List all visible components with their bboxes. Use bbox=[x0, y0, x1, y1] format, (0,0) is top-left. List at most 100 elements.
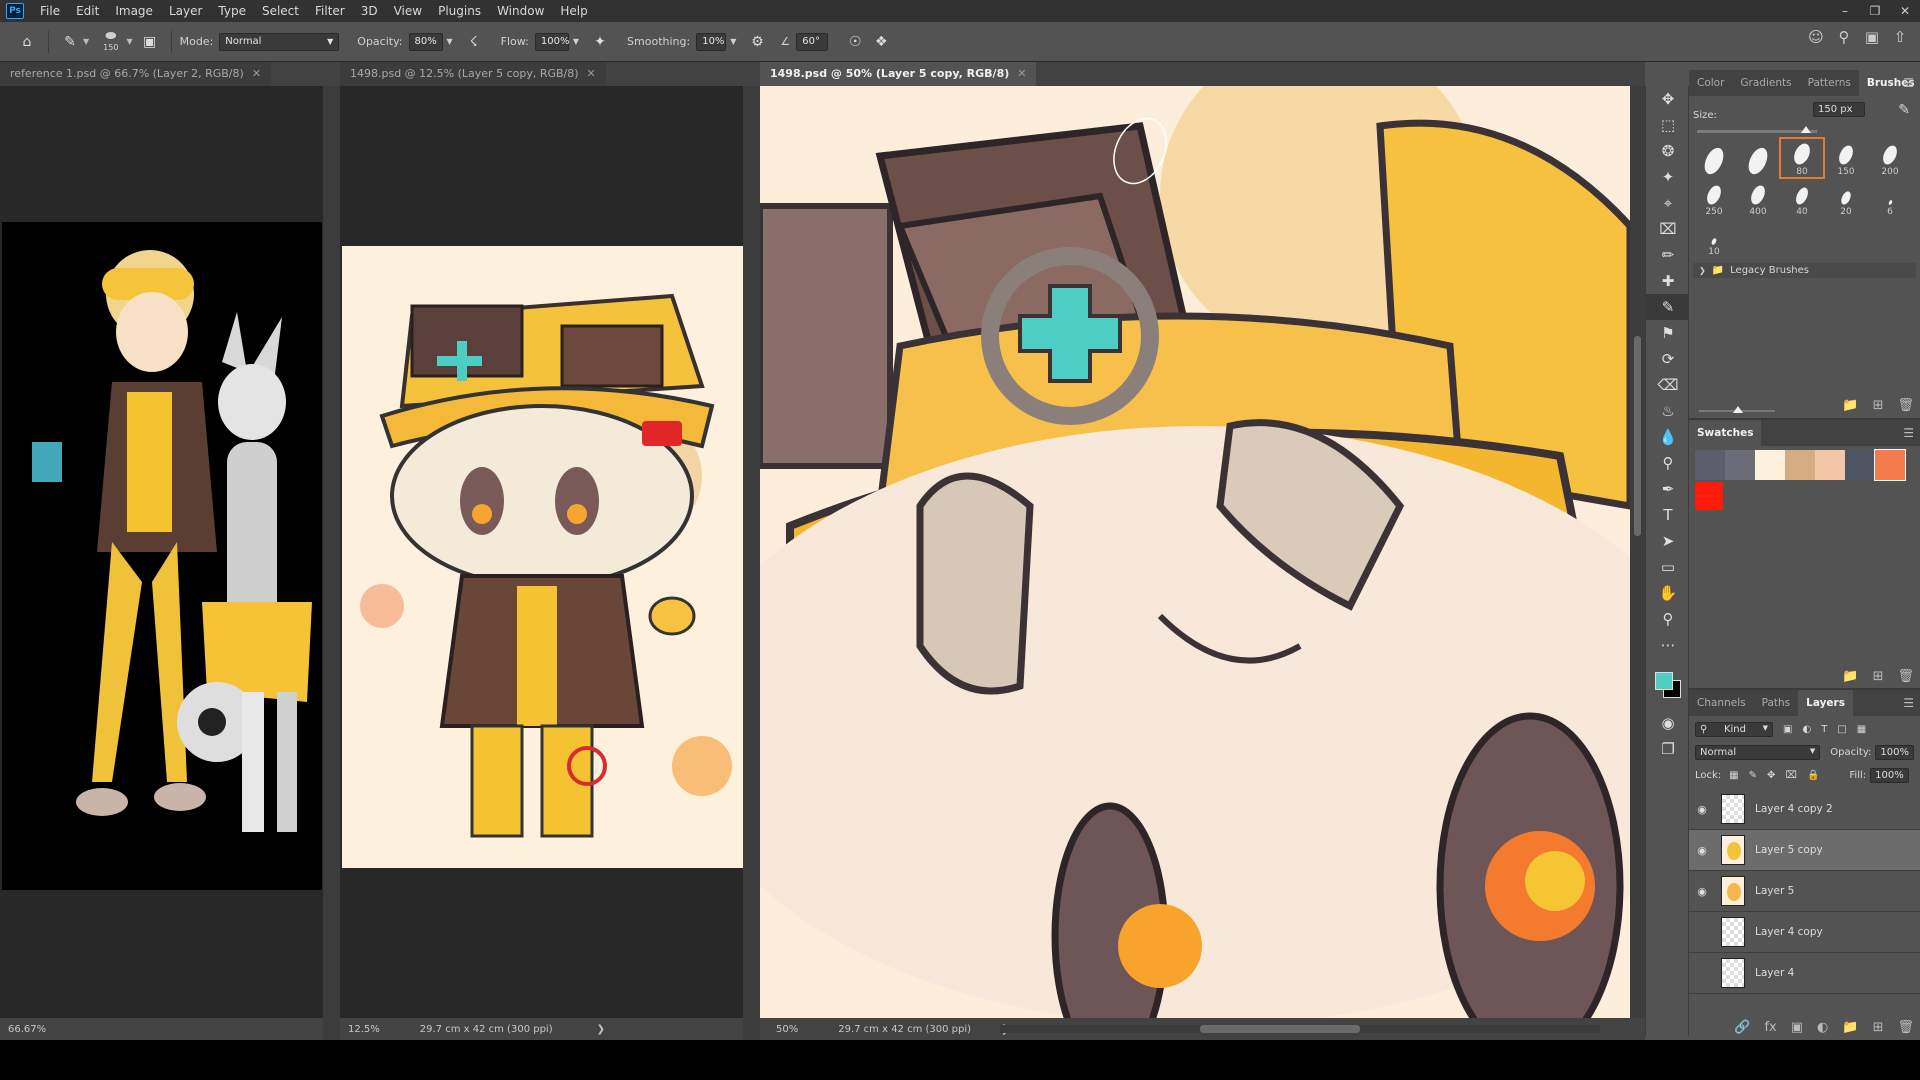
folder-icon[interactable]: 📁 bbox=[1842, 1020, 1858, 1035]
eye-icon[interactable]: ◉ bbox=[1689, 803, 1715, 816]
lock-transparency-icon[interactable]: ▦ bbox=[1729, 770, 1738, 781]
menu-edit[interactable]: Edit bbox=[68, 0, 107, 22]
zoom-level[interactable]: 12.5% bbox=[348, 1024, 380, 1035]
eye-icon[interactable]: ◉ bbox=[1689, 844, 1715, 857]
restore-icon[interactable]: ❐ bbox=[1860, 0, 1890, 22]
tab-patterns[interactable]: Patterns bbox=[1800, 70, 1859, 96]
eraser-tool-icon[interactable]: ⌫ bbox=[1646, 372, 1690, 398]
filter-smart-icon[interactable]: ▦ bbox=[1857, 724, 1866, 735]
close-icon[interactable]: ✕ bbox=[1017, 62, 1026, 86]
chevron-down-icon[interactable]: ▼ bbox=[126, 37, 132, 46]
menu-3d[interactable]: 3D bbox=[353, 0, 386, 22]
trash-icon[interactable]: 🗑 bbox=[1897, 669, 1914, 684]
brush-preset[interactable]: 400 bbox=[1737, 179, 1779, 217]
brush-preset[interactable]: 40 bbox=[1781, 179, 1823, 217]
brush-preset[interactable]: 150 bbox=[1825, 139, 1867, 177]
minimize-icon[interactable]: – bbox=[1830, 0, 1860, 22]
brush-preset[interactable]: 10 bbox=[1693, 219, 1735, 257]
move-tool-icon[interactable]: ✥ bbox=[1646, 86, 1690, 112]
search-icon[interactable]: ⚲ bbox=[1830, 28, 1858, 46]
panel-menu-icon[interactable]: ☰ bbox=[1903, 426, 1914, 440]
close-icon[interactable]: ✕ bbox=[587, 62, 596, 86]
brush-size-slider[interactable] bbox=[1697, 126, 1817, 133]
menu-layer[interactable]: Layer bbox=[161, 0, 210, 22]
crop-tool-icon[interactable]: ⌖ bbox=[1646, 190, 1690, 216]
trash-icon[interactable]: 🗑 bbox=[1897, 1020, 1914, 1035]
pen-tool-icon[interactable]: ✒ bbox=[1646, 476, 1690, 502]
home-icon[interactable]: ⌂ bbox=[14, 29, 40, 55]
add-icon[interactable]: ⊞ bbox=[1873, 1020, 1884, 1035]
quick-mask-icon[interactable]: ◉ bbox=[1646, 710, 1690, 736]
color-swatches[interactable] bbox=[1646, 658, 1690, 710]
tab-swatches[interactable]: Swatches bbox=[1689, 420, 1762, 446]
panel-menu-icon[interactable]: ☰ bbox=[1903, 76, 1914, 90]
layer-opacity-input[interactable]: 100% bbox=[1875, 745, 1914, 760]
tab-reference[interactable]: reference 1.psd @ 66.7% (Layer 2, RGB/8)… bbox=[0, 62, 272, 86]
add-icon[interactable]: ⊞ bbox=[1873, 398, 1884, 413]
menu-image[interactable]: Image bbox=[107, 0, 161, 22]
menu-plugins[interactable]: Plugins bbox=[430, 0, 489, 22]
trash-icon[interactable]: 🗑 bbox=[1897, 398, 1914, 413]
tab-gradients[interactable]: Gradients bbox=[1732, 70, 1799, 96]
zoom-level[interactable]: 66.67% bbox=[8, 1024, 46, 1035]
smoothing-input[interactable]: 10% bbox=[696, 32, 727, 51]
layer-row[interactable]: ◉ Layer 4 copy 2 bbox=[1689, 789, 1920, 830]
brush-preset-picker[interactable]: ⬬ 150 bbox=[103, 30, 118, 52]
path-selection-tool-icon[interactable]: ➤ bbox=[1646, 528, 1690, 554]
tab-main[interactable]: 1498.psd @ 50% (Layer 5 copy, RGB/8) ✕ bbox=[760, 62, 1037, 86]
brush-tool-icon[interactable]: ✎ bbox=[57, 29, 83, 55]
new-brush-icon[interactable]: ✎ bbox=[1898, 102, 1910, 118]
slider-thumb[interactable] bbox=[1733, 406, 1743, 413]
chevron-down-icon[interactable]: ▼ bbox=[447, 37, 453, 46]
clone-stamp-tool-icon[interactable]: ⚑ bbox=[1646, 320, 1690, 346]
close-icon[interactable]: ✕ bbox=[1890, 0, 1920, 22]
tab-paths[interactable]: Paths bbox=[1754, 690, 1799, 716]
filter-shape-icon[interactable]: □ bbox=[1837, 724, 1846, 735]
brush-preset[interactable]: 20 bbox=[1825, 179, 1867, 217]
fx-icon[interactable]: fx bbox=[1764, 1020, 1776, 1035]
menu-window[interactable]: Window bbox=[489, 0, 552, 22]
filter-type-icon[interactable]: T bbox=[1821, 724, 1827, 735]
screen-mode-icon[interactable]: ❐ bbox=[1646, 736, 1690, 762]
zoom-level[interactable]: 50% bbox=[776, 1024, 798, 1035]
scrollbar-thumb[interactable] bbox=[1200, 1025, 1360, 1033]
blend-mode-select[interactable]: Normal ▼ bbox=[1695, 745, 1821, 760]
flow-input[interactable]: 100% bbox=[534, 32, 569, 51]
layer-kind-filter[interactable]: ⚲ Kind ▼ bbox=[1695, 722, 1773, 737]
menu-file[interactable]: File bbox=[32, 0, 68, 22]
scrollbar-thumb[interactable] bbox=[1634, 336, 1641, 536]
brush-preset[interactable] bbox=[1737, 139, 1779, 178]
filter-adjustment-icon[interactable]: ◐ bbox=[1802, 724, 1811, 735]
brush-preview-slider[interactable] bbox=[1699, 406, 1775, 413]
brush-preset[interactable]: 6 bbox=[1869, 179, 1911, 217]
marquee-tool-icon[interactable]: ⬚ bbox=[1646, 112, 1690, 138]
close-icon[interactable]: ✕ bbox=[252, 62, 261, 86]
swatch[interactable] bbox=[1785, 450, 1815, 480]
airbrush-icon[interactable]: ✦ bbox=[587, 29, 613, 55]
tab-overview[interactable]: 1498.psd @ 12.5% (Layer 5 copy, RGB/8) ✕ bbox=[340, 62, 606, 86]
brush-preset[interactable] bbox=[1693, 139, 1735, 178]
canvas-overview[interactable] bbox=[340, 86, 743, 1018]
swatch[interactable] bbox=[1755, 450, 1785, 480]
menu-help[interactable]: Help bbox=[552, 0, 595, 22]
healing-brush-tool-icon[interactable]: ✚ bbox=[1646, 268, 1690, 294]
swatch[interactable] bbox=[1845, 450, 1875, 480]
menu-filter[interactable]: Filter bbox=[307, 0, 353, 22]
symmetry-icon[interactable]: ❖ bbox=[868, 29, 894, 55]
tab-color[interactable]: Color bbox=[1689, 70, 1732, 96]
layer-row[interactable]: ◉ Layer 4 copy bbox=[1689, 912, 1920, 953]
tab-channels[interactable]: Channels bbox=[1689, 690, 1754, 716]
slider-thumb[interactable] bbox=[1801, 126, 1811, 133]
menu-select[interactable]: Select bbox=[254, 0, 307, 22]
lock-all-icon[interactable]: 🔒 bbox=[1807, 770, 1819, 781]
pressure-size-icon[interactable]: ☉ bbox=[842, 29, 868, 55]
filter-pixel-icon[interactable]: ▣ bbox=[1783, 724, 1792, 735]
user-icon[interactable]: ☺ bbox=[1802, 28, 1830, 46]
blur-tool-icon[interactable]: 💧 bbox=[1646, 424, 1690, 450]
chevron-down-icon[interactable]: ▼ bbox=[83, 37, 89, 46]
swatch[interactable] bbox=[1725, 450, 1755, 480]
brush-preset-selected[interactable]: 80 bbox=[1779, 137, 1825, 179]
foreground-color[interactable] bbox=[1655, 672, 1673, 690]
mask-icon[interactable]: ▣ bbox=[1791, 1020, 1803, 1035]
dodge-tool-icon[interactable]: ⚲ bbox=[1646, 450, 1690, 476]
